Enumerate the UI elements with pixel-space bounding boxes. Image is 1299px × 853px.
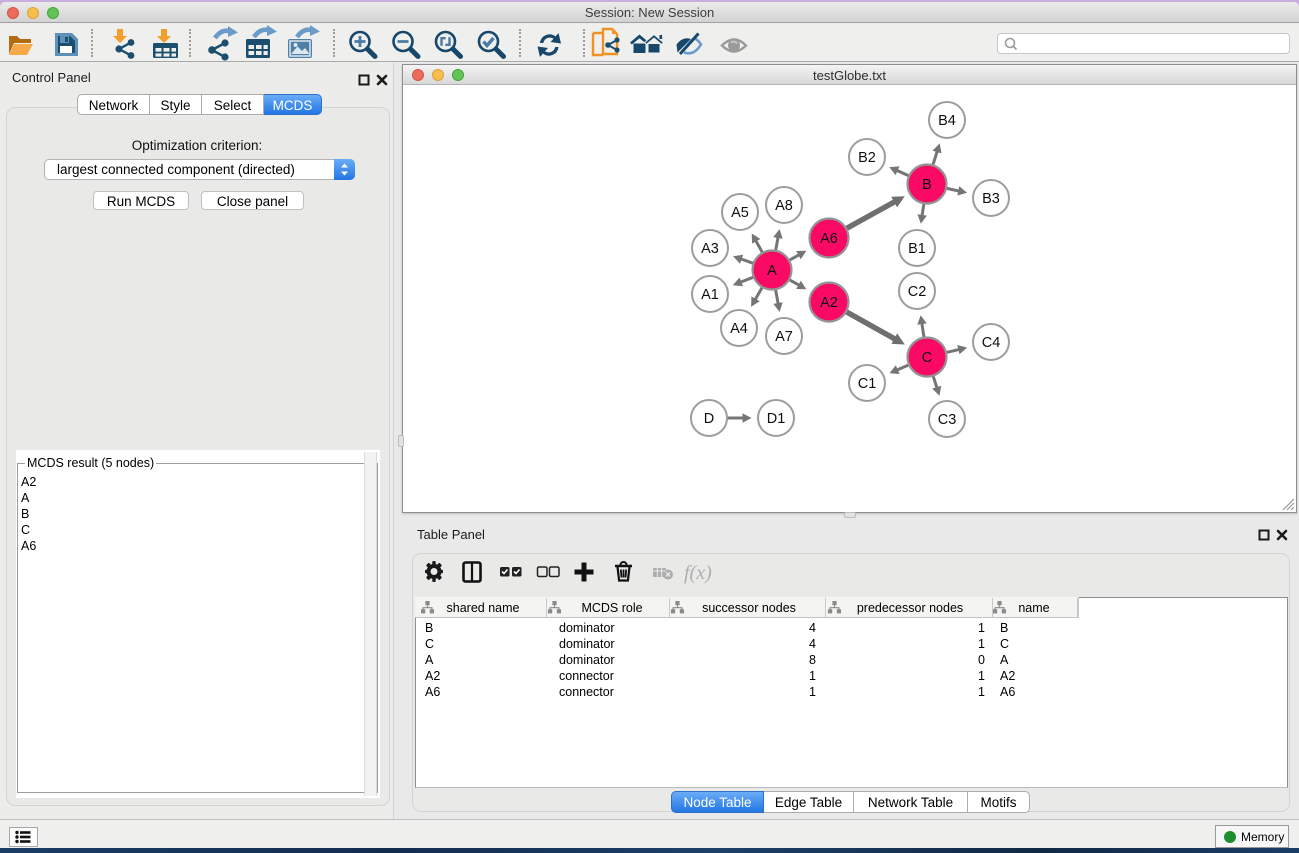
svg-text:A2: A2 [1000, 669, 1015, 683]
svg-text:8: 8 [809, 653, 816, 667]
svg-text:C3: C3 [938, 412, 957, 428]
svg-text:C: C [1000, 637, 1009, 651]
svg-text:4: 4 [809, 637, 816, 651]
svg-text:A7: A7 [775, 329, 793, 345]
svg-text:A6: A6 [820, 231, 838, 247]
svg-text:B1: B1 [908, 241, 926, 257]
svg-text:A: A [767, 263, 777, 279]
svg-text:D1: D1 [767, 411, 786, 427]
svg-text:4: 4 [809, 621, 816, 635]
svg-text:dominator: dominator [559, 637, 615, 651]
svg-text:MCDS role: MCDS role [581, 601, 642, 615]
svg-text:dominator: dominator [559, 621, 615, 635]
svg-text:C2: C2 [908, 284, 927, 300]
svg-text:A8: A8 [775, 198, 793, 214]
svg-text:B: B [1000, 621, 1008, 635]
svg-text:A2: A2 [820, 295, 838, 311]
svg-text:A6: A6 [425, 685, 440, 699]
svg-text:B4: B4 [938, 113, 956, 129]
svg-text:f(x): f(x) [684, 562, 712, 584]
svg-text:A: A [425, 653, 434, 667]
svg-text:0: 0 [978, 653, 985, 667]
svg-text:B: B [425, 621, 433, 635]
svg-text:B: B [922, 177, 932, 193]
svg-text:A6: A6 [1000, 685, 1015, 699]
svg-text:A1: A1 [701, 287, 719, 303]
svg-text:B2: B2 [858, 150, 876, 166]
svg-text:predecessor nodes: predecessor nodes [857, 601, 963, 615]
svg-text:1: 1 [809, 685, 816, 699]
svg-text:B3: B3 [982, 191, 1000, 207]
svg-text:C: C [425, 637, 434, 651]
svg-text:1: 1 [978, 685, 985, 699]
svg-text:C: C [922, 350, 932, 366]
svg-text:name: name [1018, 601, 1049, 615]
svg-text:A3: A3 [701, 241, 719, 257]
svg-text:dominator: dominator [559, 653, 615, 667]
svg-text:A: A [1000, 653, 1009, 667]
svg-text:1: 1 [978, 637, 985, 651]
svg-text:C1: C1 [858, 376, 877, 392]
svg-text:1: 1 [809, 669, 816, 683]
svg-text:A5: A5 [731, 205, 749, 221]
svg-text:connector: connector [559, 685, 614, 699]
svg-text:1: 1 [978, 621, 985, 635]
svg-text:shared name: shared name [447, 601, 520, 615]
svg-text:C4: C4 [982, 335, 1001, 351]
svg-text:connector: connector [559, 669, 614, 683]
svg-text:successor nodes: successor nodes [702, 601, 796, 615]
svg-text:A4: A4 [730, 321, 748, 337]
svg-text:A2: A2 [425, 669, 440, 683]
svg-text:1: 1 [978, 669, 985, 683]
svg-text:D: D [704, 411, 714, 427]
